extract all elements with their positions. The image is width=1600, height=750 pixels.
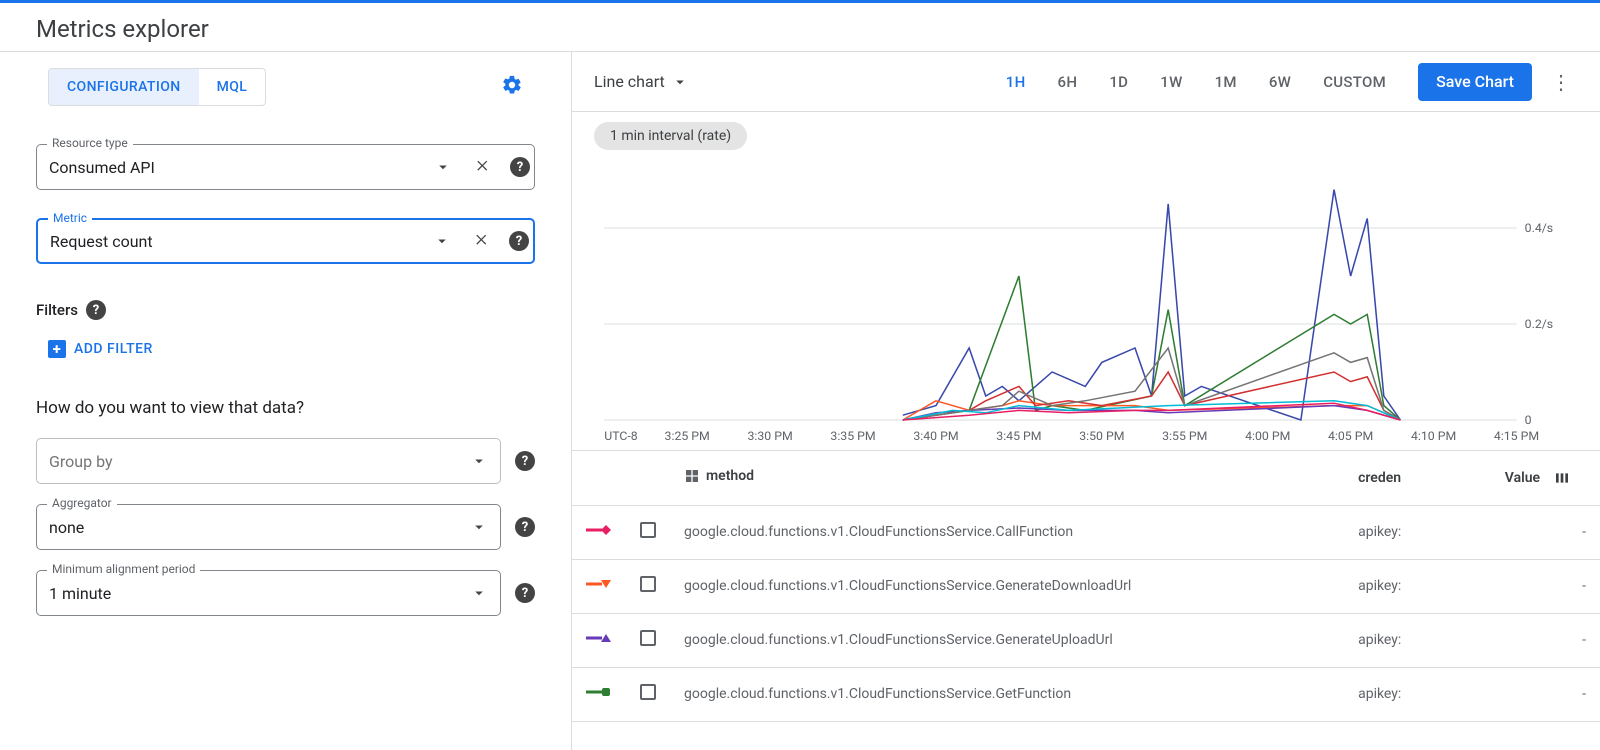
time-range-tabs: 1H 6H 1D 1W 1M 6W CUSTOM <box>1006 73 1386 91</box>
method-cell: google.cloud.functions.v1.CloudFunctions… <box>670 667 1344 721</box>
svg-text:4:05 PM: 4:05 PM <box>1328 429 1373 443</box>
resource-type-value: Consumed API <box>49 158 426 177</box>
svg-text:3:25 PM: 3:25 PM <box>665 429 710 443</box>
chevron-down-icon[interactable] <box>462 576 496 610</box>
chevron-down-icon <box>671 73 689 91</box>
method-cell: google.cloud.functions.v1.CloudFunctions… <box>670 559 1344 613</box>
time-tab-custom[interactable]: CUSTOM <box>1323 73 1386 91</box>
value-cell: - <box>1445 613 1600 667</box>
resource-type-select[interactable]: Resource type Consumed API ? <box>36 144 535 190</box>
help-icon[interactable]: ? <box>509 231 529 251</box>
chevron-down-icon[interactable] <box>462 444 496 478</box>
value-cell: - <box>1445 559 1600 613</box>
aggregator-select[interactable]: Aggregator none <box>36 504 501 550</box>
help-icon[interactable]: ? <box>515 451 535 471</box>
resource-type-label: Resource type <box>47 136 133 150</box>
time-tab-6w[interactable]: 6W <box>1269 73 1291 91</box>
svg-text:3:35 PM: 3:35 PM <box>830 429 875 443</box>
series-marker-icon <box>572 505 626 559</box>
save-chart-button[interactable]: Save Chart <box>1418 63 1532 101</box>
config-tabs: CONFIGURATION MQL <box>48 68 266 106</box>
metric-value: Request count <box>50 232 425 251</box>
svg-text:4:10 PM: 4:10 PM <box>1411 429 1456 443</box>
svg-text:0.4/s: 0.4/s <box>1525 221 1553 235</box>
table-row[interactable]: google.cloud.functions.v1.CloudFunctions… <box>572 667 1600 721</box>
help-icon[interactable]: ? <box>515 583 535 603</box>
help-icon[interactable]: ? <box>86 300 106 320</box>
table-row[interactable]: google.cloud.functions.v1.CloudFunctions… <box>572 505 1600 559</box>
time-tab-1w[interactable]: 1W <box>1160 73 1182 91</box>
legend-table: method creden Value google.cloud.funct <box>572 450 1600 750</box>
add-filter-button[interactable]: + ADD FILTER <box>48 340 535 358</box>
cred-cell: apikey: <box>1344 613 1445 667</box>
time-tab-1d[interactable]: 1D <box>1109 73 1128 91</box>
gear-icon[interactable] <box>501 74 523 101</box>
line-chart[interactable]: 0 0.2/s 0.4/s UTC-8 3:25 PM 3:30 PM 3:35 PM 3:4… <box>594 160 1578 450</box>
filters-label: Filters ? <box>36 300 535 320</box>
view-question: How do you want to view that data? <box>36 398 535 418</box>
table-row[interactable]: google.cloud.functions.v1.CloudFunctions… <box>572 559 1600 613</box>
cred-cell: apikey: <box>1344 667 1445 721</box>
chevron-down-icon[interactable] <box>462 510 496 544</box>
cred-header[interactable]: creden <box>1344 451 1445 505</box>
row-checkbox[interactable] <box>640 684 656 700</box>
chart-type-select[interactable]: Line chart <box>594 72 689 91</box>
more-options-icon[interactable]: ⋮ <box>1544 70 1578 94</box>
svg-text:0.2/s: 0.2/s <box>1525 317 1553 331</box>
help-icon[interactable]: ? <box>510 157 530 177</box>
cred-cell: apikey: <box>1344 559 1445 613</box>
clear-metric-icon[interactable] <box>465 224 499 258</box>
alignment-select[interactable]: Minimum alignment period 1 minute <box>36 570 501 616</box>
svg-text:3:30 PM: 3:30 PM <box>747 429 792 443</box>
widgets-icon[interactable] <box>684 468 700 484</box>
row-checkbox[interactable] <box>640 576 656 592</box>
columns-icon[interactable] <box>1554 470 1570 486</box>
method-cell: google.cloud.functions.v1.CloudFunctions… <box>670 505 1344 559</box>
series-marker-icon <box>572 613 626 667</box>
group-by-select[interactable]: Group by <box>36 438 501 484</box>
time-tab-6h[interactable]: 6H <box>1058 73 1078 91</box>
svg-text:3:40 PM: 3:40 PM <box>913 429 958 443</box>
metric-label: Metric <box>48 211 92 225</box>
value-cell: - <box>1445 667 1600 721</box>
page-title: Metrics explorer <box>0 3 1600 51</box>
help-icon[interactable]: ? <box>515 517 535 537</box>
time-tab-1m[interactable]: 1M <box>1215 73 1237 91</box>
tab-configuration[interactable]: CONFIGURATION <box>49 69 199 105</box>
table-row[interactable]: google.cloud.functions.v1.CloudFunctions… <box>572 613 1600 667</box>
plus-icon: + <box>48 340 66 358</box>
svg-text:4:00 PM: 4:00 PM <box>1245 429 1290 443</box>
svg-text:UTC-8: UTC-8 <box>604 429 638 443</box>
group-by-placeholder: Group by <box>49 452 462 471</box>
row-checkbox[interactable] <box>640 522 656 538</box>
svg-text:3:45 PM: 3:45 PM <box>996 429 1041 443</box>
value-header[interactable]: Value <box>1505 470 1540 486</box>
metric-select[interactable]: Metric Request count ? <box>36 218 535 264</box>
tab-mql[interactable]: MQL <box>199 69 266 105</box>
series-marker-icon <box>572 667 626 721</box>
cred-cell: apikey: <box>1344 505 1445 559</box>
aggregator-label: Aggregator <box>47 496 117 510</box>
chevron-down-icon[interactable] <box>425 224 459 258</box>
chevron-down-icon[interactable] <box>426 150 460 184</box>
method-cell: google.cloud.functions.v1.CloudFunctions… <box>670 613 1344 667</box>
chart-panel: Line chart 1H 6H 1D 1W 1M 6W CUSTOM Save Chart… <box>572 52 1600 750</box>
time-tab-1h[interactable]: 1H <box>1006 73 1026 91</box>
interval-chip: 1 min interval (rate) <box>594 122 747 150</box>
svg-text:3:50 PM: 3:50 PM <box>1079 429 1124 443</box>
aggregator-value: none <box>49 518 462 537</box>
clear-resource-icon[interactable] <box>466 150 500 184</box>
svg-text:0: 0 <box>1525 413 1532 427</box>
svg-text:3:55 PM: 3:55 PM <box>1162 429 1207 443</box>
config-panel: CONFIGURATION MQL Resource type Consumed… <box>0 52 572 750</box>
series-marker-icon <box>572 559 626 613</box>
alignment-label: Minimum alignment period <box>47 562 200 576</box>
row-checkbox[interactable] <box>640 630 656 646</box>
method-header[interactable]: method <box>706 468 754 484</box>
alignment-value: 1 minute <box>49 584 462 603</box>
value-cell: - <box>1445 505 1600 559</box>
svg-text:4:15 PM: 4:15 PM <box>1494 429 1539 443</box>
